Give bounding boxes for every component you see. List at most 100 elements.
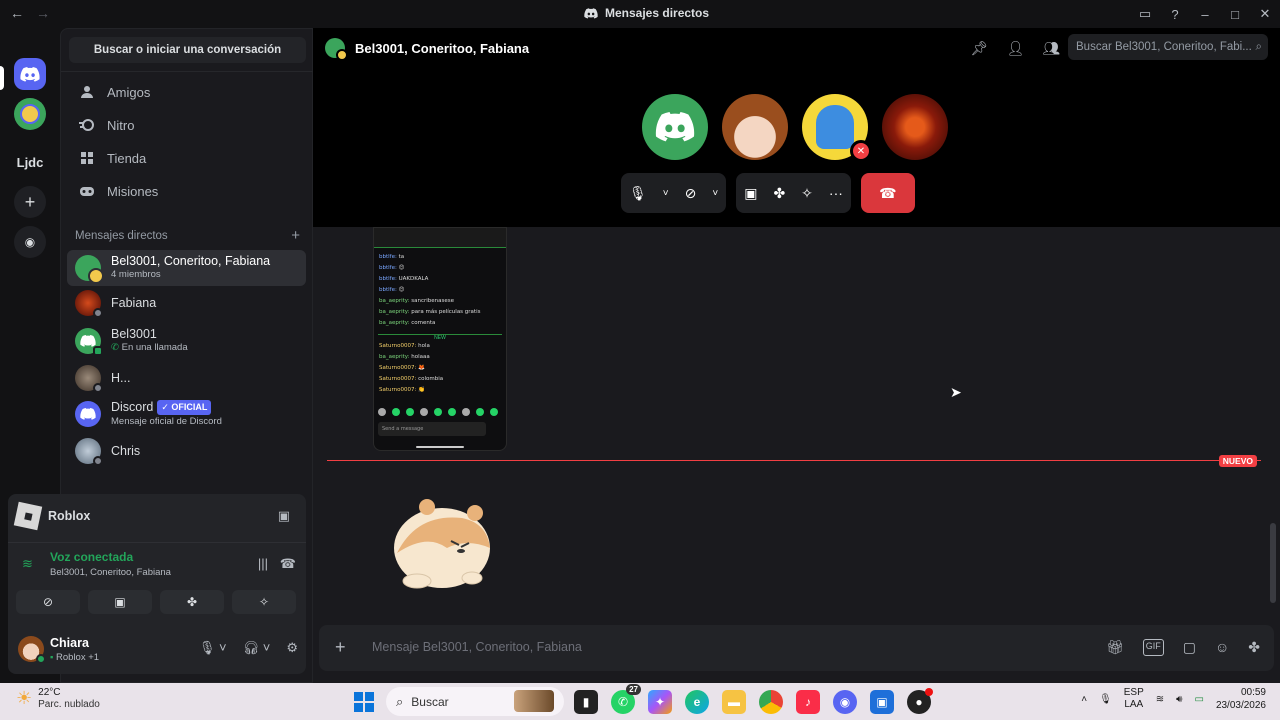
- dm-header-label: Mensajes directos: [75, 230, 168, 242]
- share-screen-icon[interactable]: ▣: [744, 185, 757, 202]
- discord-home-icon: [20, 66, 40, 82]
- dm-item-chris[interactable]: Chris: [67, 433, 306, 469]
- gift-icon[interactable]: 🎁︎: [1106, 639, 1124, 656]
- taskbar-search[interactable]: ⌕ Buscar: [386, 687, 564, 716]
- call-search-input[interactable]: Buscar Bel3001, Coneritoo, Fabi... ⌕: [1068, 34, 1268, 60]
- nav-friends[interactable]: Amigos: [69, 77, 306, 107]
- nav-quests[interactable]: Misiones: [69, 176, 306, 206]
- dm-item-fabiana[interactable]: Fabiana: [67, 285, 306, 321]
- chat-scrollbar[interactable]: [1270, 523, 1276, 603]
- dm-name: Bel3001: [111, 327, 157, 341]
- mic-control[interactable]: 🎙︎ ˅ ⊘ ˅: [621, 173, 727, 213]
- tray-chevron-up-icon[interactable]: ˄: [1081, 694, 1087, 705]
- divider: [61, 71, 314, 72]
- app-with-notification-icon[interactable]: ●: [907, 688, 933, 714]
- copilot-icon[interactable]: ✦: [648, 690, 672, 714]
- hamster-sticker[interactable]: [387, 493, 497, 593]
- share-screen-button[interactable]: ▣: [88, 590, 152, 614]
- participant-coneritoo[interactable]: ✕: [802, 94, 872, 162]
- participant-fabiana[interactable]: [882, 94, 948, 160]
- sticker-icon[interactable]: ▢: [1183, 639, 1196, 656]
- weather-widget[interactable]: ☀ 22°C Parc. nublado: [16, 687, 100, 710]
- participant-chiara[interactable]: [722, 94, 788, 160]
- language-indicator[interactable]: ESP LAA: [1124, 687, 1144, 711]
- participant-bel3001[interactable]: [642, 94, 708, 160]
- forward-icon[interactable]: →: [36, 5, 50, 21]
- group-dm-avatar[interactable]: [14, 98, 46, 130]
- dm-item-group[interactable]: Bel3001, Coneritoo, Fabiana 4 miembros: [67, 250, 306, 286]
- member-list-icon[interactable]: 👥︎: [1042, 40, 1060, 57]
- soundboard-button[interactable]: ✧: [232, 590, 296, 614]
- gif-icon[interactable]: GIF: [1142, 639, 1164, 656]
- close-icon[interactable]: ✕: [1250, 6, 1280, 22]
- message-input[interactable]: Mensaje Bel3001, Coneritoo, Fabiana: [372, 640, 582, 654]
- composer-icons: 🎁︎ GIF ▢ ☺ ✤: [1106, 639, 1260, 656]
- mouse-cursor-icon: ➤: [950, 384, 962, 400]
- nav-nitro[interactable]: Nitro: [69, 110, 306, 140]
- phone-emote-icon: [462, 408, 470, 416]
- message-composer[interactable]: + Mensaje Bel3001, Coneritoo, Fabiana 🎁︎…: [319, 625, 1274, 671]
- more-icon[interactable]: ···: [829, 185, 843, 201]
- home-button[interactable]: [14, 58, 46, 90]
- task-view-icon[interactable]: ▮: [574, 690, 598, 714]
- camera-off-button[interactable]: ⊘: [16, 590, 80, 614]
- character-avatar-icon: [816, 105, 854, 149]
- screen-share-icon[interactable]: ▣: [278, 508, 290, 524]
- volume-icon[interactable]: 🔊︎: [1176, 694, 1182, 705]
- inbox-icon[interactable]: ▭: [1130, 6, 1160, 22]
- attach-plus-icon[interactable]: +: [335, 637, 346, 658]
- create-dm-plus-icon[interactable]: +: [291, 228, 300, 243]
- server-ljdc[interactable]: Ljdc: [14, 146, 46, 178]
- maximize-icon[interactable]: □: [1220, 7, 1250, 22]
- discord-taskbar-icon[interactable]: ◉: [833, 690, 857, 714]
- help-icon[interactable]: ?: [1160, 7, 1190, 22]
- start-windows-icon[interactable]: [352, 690, 376, 714]
- battery-icon[interactable]: ▭: [1194, 694, 1203, 705]
- find-conversation-button[interactable]: Buscar o iniciar una conversación: [69, 37, 306, 63]
- music-icon[interactable]: ♪: [796, 690, 820, 714]
- minimize-icon[interactable]: –: [1190, 7, 1220, 22]
- dm-item-discord[interactable]: Discord ✓ OFICIAL Mensaje oficial de Disc…: [67, 396, 306, 432]
- explore-button[interactable]: ◉: [14, 226, 46, 258]
- shop-icon: [79, 150, 95, 166]
- tray-mic-icon[interactable]: 🎙︎: [1099, 694, 1112, 705]
- activities-icon[interactable]: ✤: [773, 185, 785, 202]
- partly-cloudy-icon: ☀: [16, 688, 33, 708]
- dm-item-bel3001[interactable]: Bel3001 ✆ En una llamada: [67, 323, 306, 359]
- chrome-icon[interactable]: [759, 690, 783, 714]
- add-friend-icon[interactable]: 👤︎: [1006, 40, 1024, 57]
- media-controls: ▣ ✤ ✧ ···: [736, 173, 851, 213]
- wifi-icon[interactable]: ≋: [1156, 694, 1164, 705]
- dm-name: Chris: [111, 443, 141, 458]
- bel3001-avatar: [75, 328, 103, 356]
- voice-buttons: ⊘ ▣ ✤ ✧: [16, 590, 296, 614]
- activities-button[interactable]: ✤: [160, 590, 224, 614]
- add-server-button[interactable]: +: [14, 186, 46, 218]
- nav-shop[interactable]: Tienda: [69, 143, 306, 173]
- call-controls: 🎙︎ ˅ ⊘ ˅ ▣ ✤ ✧ ··· ☎: [621, 173, 915, 213]
- hang-up-button[interactable]: ☎: [860, 173, 915, 213]
- apps-icon[interactable]: ✤: [1248, 639, 1260, 656]
- disconnect-icon[interactable]: ☎: [280, 556, 296, 572]
- clock[interactable]: 00:59 23/03/2026: [1216, 686, 1266, 712]
- emoji-icon[interactable]: ☺: [1215, 639, 1229, 656]
- mic-icon[interactable]: 🎙︎ ˅: [199, 640, 227, 656]
- group-avatar-icon: [20, 104, 40, 124]
- user-area[interactable]: Chiara ▪ Roblox +1 🎙︎ ˅ 🎧︎ ˅ ⚙: [16, 630, 298, 668]
- user-activity-text: Roblox +1: [56, 652, 100, 663]
- settings-gear-icon[interactable]: ⚙: [286, 640, 298, 656]
- roblox-taskbar-icon[interactable]: ▣: [870, 690, 894, 714]
- dm-item-h[interactable]: H...: [67, 360, 306, 396]
- attached-screenshot[interactable]: bbtlfe: ta bbtlfe: 😊 bbtlfe: UAKDKALA bbtlf…: [373, 227, 507, 451]
- discord-logo-icon: [584, 7, 598, 19]
- back-icon[interactable]: ←: [10, 5, 24, 21]
- whatsapp-icon[interactable]: ✆ 27: [611, 684, 641, 714]
- call-header: Bel3001, Coneritoo, Fabiana: [325, 38, 529, 61]
- soundboard-icon[interactable]: ✧: [801, 185, 813, 202]
- pin-icon[interactable]: 📌︎: [971, 40, 989, 57]
- file-explorer-icon[interactable]: ▬: [722, 690, 746, 714]
- edge-icon[interactable]: e: [685, 690, 709, 714]
- activity-roblox[interactable]: Roblox: [13, 501, 90, 531]
- headphones-icon[interactable]: 🎧︎ ˅: [243, 640, 271, 656]
- noise-suppression-icon[interactable]: |||: [258, 556, 268, 571]
